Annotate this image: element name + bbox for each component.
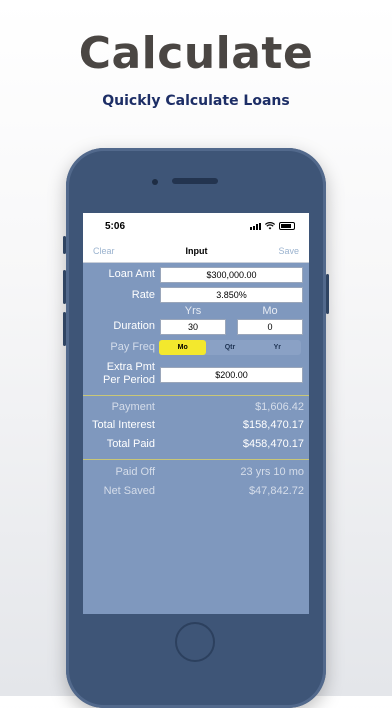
status-bar: 5:06	[83, 213, 309, 239]
loan-amt-field[interactable]: $300,000.00	[160, 267, 303, 283]
duration-years-field[interactable]: 30	[160, 319, 226, 335]
total-paid-value: $458,470.17	[242, 438, 304, 450]
nav-title: Input	[185, 245, 208, 256]
battery-icon	[279, 222, 295, 230]
payment-label: Payment	[111, 401, 155, 413]
volume-up-button	[63, 270, 66, 304]
pay-freq-segmented-control: Mo Qtr Yr	[159, 340, 301, 355]
net-saved-label: Net Saved	[103, 485, 155, 497]
status-time: 5:06	[105, 220, 126, 232]
power-button	[326, 274, 329, 314]
volume-down-button	[63, 312, 66, 346]
years-column-header: Yrs	[184, 305, 202, 317]
extra-pmt-label: Extra Pmt	[106, 361, 155, 373]
front-camera	[152, 179, 158, 185]
extra-pmt-field[interactable]: $200.00	[160, 367, 303, 383]
save-button[interactable]: Save	[278, 246, 299, 256]
savings-divider	[83, 459, 309, 460]
rate-field[interactable]: 3.850%	[160, 287, 303, 303]
per-period-label: Per Period	[103, 374, 155, 386]
clear-button[interactable]: Clear	[93, 246, 115, 256]
duration-months-field[interactable]: 0	[237, 319, 303, 335]
nav-bar: Clear Input Save	[83, 239, 309, 263]
promo-headline: Calculate	[78, 28, 314, 79]
rate-label: Rate	[131, 289, 155, 301]
wifi-icon	[265, 222, 275, 230]
pay-freq-label: Pay Freq	[110, 341, 155, 353]
total-paid-label: Total Paid	[106, 438, 155, 450]
loan-amt-label: Loan Amt	[108, 268, 155, 280]
duration-label: Duration	[113, 320, 155, 332]
pay-freq-quarterly[interactable]: Qtr	[206, 340, 253, 355]
phone-frame: 5:06 Clear Input Save Loan Amt $300,000.…	[63, 148, 329, 708]
status-icons	[250, 222, 295, 230]
earpiece-speaker	[172, 178, 218, 184]
mute-switch	[63, 236, 66, 254]
pay-freq-monthly[interactable]: Mo	[159, 340, 207, 355]
home-button[interactable]	[175, 622, 215, 662]
paid-off-label: Paid Off	[115, 466, 155, 478]
pay-freq-yearly[interactable]: Yr	[254, 340, 301, 355]
net-saved-value: $47,842.72	[248, 485, 304, 497]
total-interest-value: $158,470.17	[242, 419, 304, 431]
months-column-header: Mo	[262, 305, 278, 317]
app-screen: 5:06 Clear Input Save Loan Amt $300,000.…	[83, 213, 309, 614]
paid-off-value: 23 yrs 10 mo	[240, 466, 304, 478]
cellular-signal-icon	[250, 222, 261, 230]
payment-value: $1,606.42	[255, 401, 304, 413]
total-interest-label: Total Interest	[92, 419, 155, 431]
results-divider	[83, 395, 309, 396]
promo-subhead: Quickly Calculate Loans	[102, 93, 290, 109]
